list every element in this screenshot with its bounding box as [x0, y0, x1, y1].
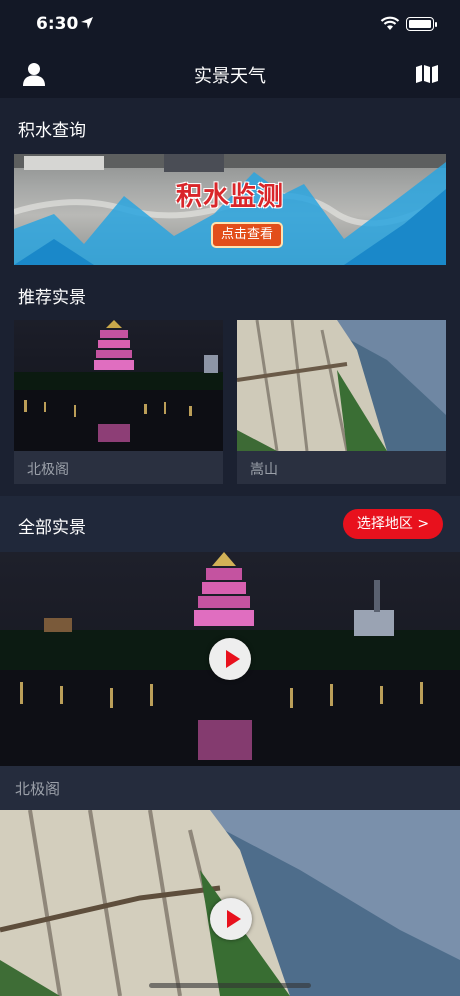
- scene-card-beijige[interactable]: [0, 552, 460, 766]
- banner-title: 积水监测: [176, 182, 285, 212]
- play-icon: [226, 650, 240, 668]
- banner-view-button[interactable]: 点击查看: [211, 222, 283, 248]
- all-section-title: 全部实景: [18, 518, 86, 538]
- recommend-card-songshan[interactable]: 嵩山: [237, 320, 446, 484]
- recommend-label: 嵩山: [250, 462, 278, 478]
- songshan-thumbnail: [237, 320, 446, 451]
- page-title: 实景天气: [194, 66, 266, 87]
- all-section-header: 全部实景 选择地区 >: [0, 496, 460, 552]
- recommend-label: 北极阁: [27, 462, 69, 478]
- map-icon[interactable]: [415, 64, 439, 84]
- select-region-button[interactable]: 选择地区 >: [343, 509, 443, 539]
- recommend-section-title: 推荐实景: [18, 288, 86, 308]
- status-time: 6:30: [36, 14, 79, 34]
- flood-section-title: 积水查询: [18, 121, 86, 141]
- battery-icon: [406, 17, 437, 31]
- play-icon: [227, 910, 241, 928]
- scene-card-songshan[interactable]: [0, 810, 460, 996]
- play-button[interactable]: [209, 638, 251, 680]
- beijige-thumbnail: [14, 320, 223, 451]
- scene-label: 北极阁: [15, 780, 61, 798]
- status-bar: 6:30: [0, 0, 460, 50]
- flood-banner[interactable]: 积水监测 点击查看: [14, 154, 446, 265]
- scene-label-bar: 北极阁: [0, 766, 460, 810]
- recommend-card-beijige[interactable]: 北极阁: [14, 320, 223, 484]
- home-indicator: [149, 983, 311, 988]
- play-button[interactable]: [210, 898, 252, 940]
- wifi-icon: [380, 16, 400, 30]
- location-arrow-icon: [81, 17, 93, 29]
- nav-bar: 实景天气: [0, 50, 460, 98]
